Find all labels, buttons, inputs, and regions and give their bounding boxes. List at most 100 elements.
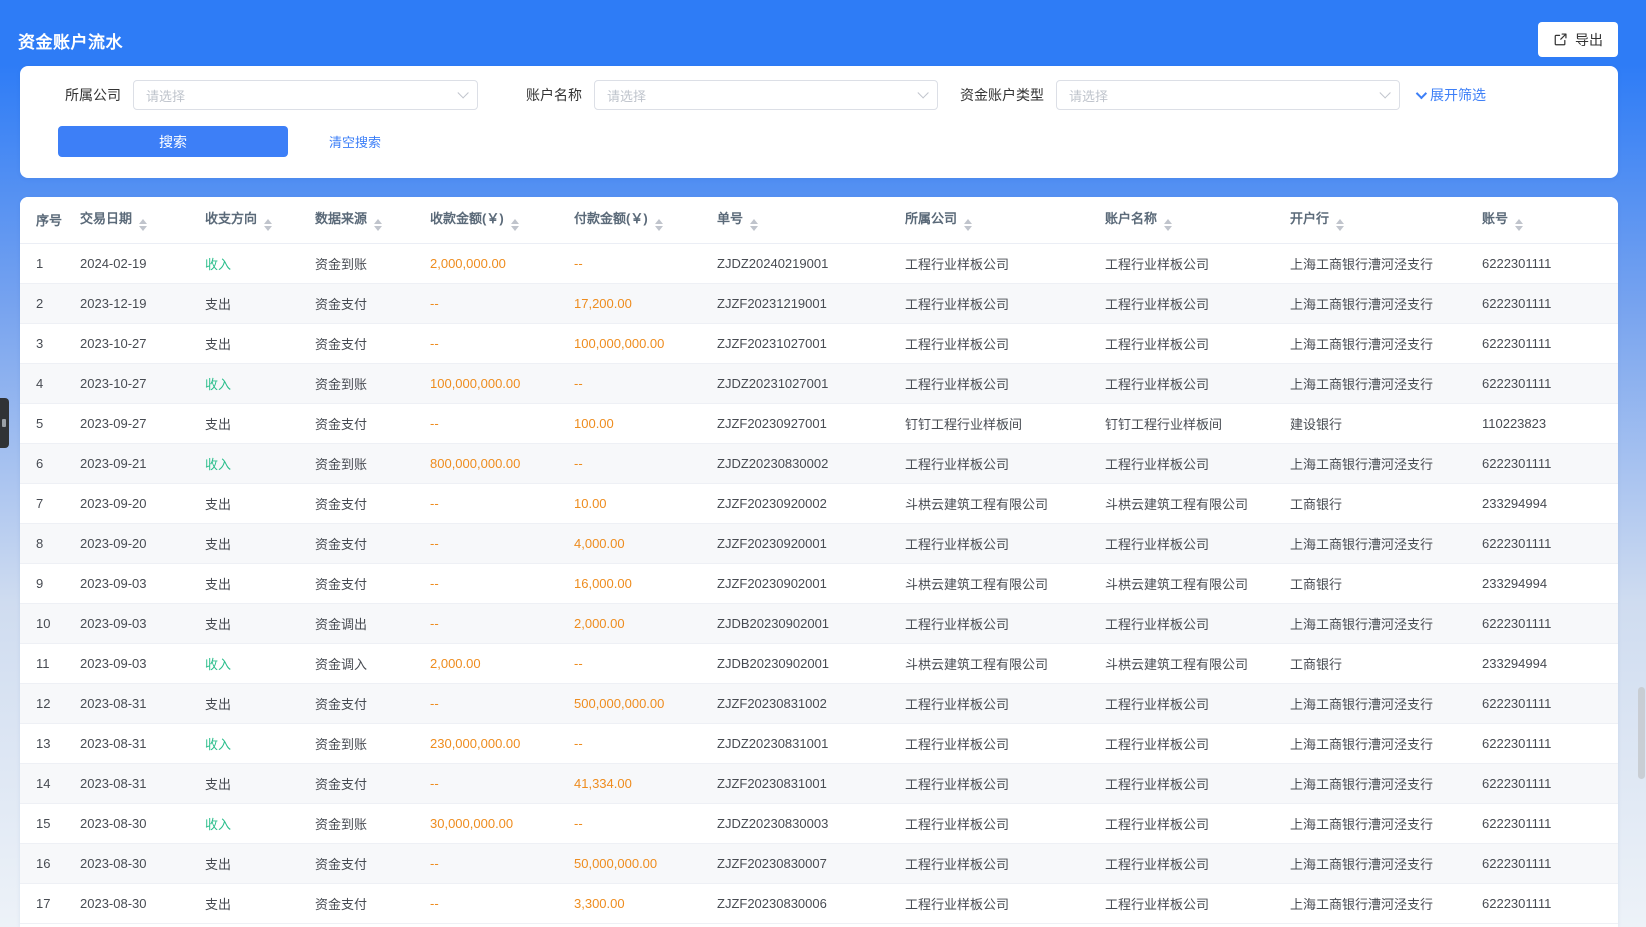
cell-account_name: 工程行业样板公司 <box>1105 443 1290 483</box>
cell-direction: 支出 <box>205 603 315 643</box>
cell-order_no: ZJDB20230902001 <box>717 603 905 643</box>
cell-receive: -- <box>430 883 574 923</box>
cell-direction: 支出 <box>205 523 315 563</box>
column-header-bank[interactable]: 开户行 <box>1290 197 1482 243</box>
sort-icon[interactable] <box>1515 219 1523 231</box>
sort-icon[interactable] <box>750 219 758 231</box>
column-header-direction[interactable]: 收支方向 <box>205 197 315 243</box>
transactions-table: 序号 交易日期收支方向数据来源收款金额(￥)付款金额(￥)单号所属公司账户名称开户… <box>20 197 1618 924</box>
cell-date: 2023-08-30 <box>80 843 205 883</box>
sort-icon[interactable] <box>374 219 382 231</box>
column-header-order_no[interactable]: 单号 <box>717 197 905 243</box>
cell-pay: -- <box>574 363 717 403</box>
cell-pay: 4,000.00 <box>574 523 717 563</box>
cell-account_no: 6222301111 <box>1482 603 1618 643</box>
cell-order_no: ZJZF20231027001 <box>717 323 905 363</box>
cell-pay: -- <box>574 443 717 483</box>
cell-pay: 10.00 <box>574 483 717 523</box>
expand-filters-link[interactable]: 展开筛选 <box>1416 85 1486 105</box>
cell-no: 2 <box>20 283 80 323</box>
sort-icon[interactable] <box>964 219 972 231</box>
column-header-date[interactable]: 交易日期 <box>80 197 205 243</box>
cell-pay: -- <box>574 803 717 843</box>
company-select[interactable]: 请选择 <box>133 80 478 110</box>
cell-direction: 支出 <box>205 683 315 723</box>
cell-direction: 收入 <box>205 803 315 843</box>
cell-order_no: ZJDZ20230831001 <box>717 723 905 763</box>
chevron-down-icon <box>457 87 468 98</box>
sort-icon[interactable] <box>264 219 272 231</box>
cell-source: 资金调入 <box>315 643 430 683</box>
cell-no: 6 <box>20 443 80 483</box>
cell-direction: 支出 <box>205 283 315 323</box>
cell-date: 2023-09-27 <box>80 403 205 443</box>
cell-bank: 上海工商银行漕河泾支行 <box>1290 883 1482 923</box>
cell-source: 资金到账 <box>315 723 430 763</box>
sort-icon[interactable] <box>1164 219 1172 231</box>
cell-company: 工程行业样板公司 <box>905 683 1105 723</box>
account-type-select[interactable]: 请选择 <box>1056 80 1400 110</box>
cell-source: 资金支付 <box>315 523 430 563</box>
table-row: 102023-09-03支出资金调出--2,000.00ZJDB20230902… <box>20 603 1618 643</box>
cell-order_no: ZJZF20230830007 <box>717 843 905 883</box>
cell-date: 2023-09-20 <box>80 523 205 563</box>
column-header-account_name[interactable]: 账户名称 <box>1105 197 1290 243</box>
side-drawer-handle[interactable] <box>0 398 9 448</box>
cell-pay: -- <box>574 643 717 683</box>
column-header-label: 序号 <box>36 213 62 228</box>
sort-icon[interactable] <box>511 219 519 231</box>
cell-account_name: 工程行业样板公司 <box>1105 763 1290 803</box>
cell-source: 资金到账 <box>315 363 430 403</box>
cell-direction: 收入 <box>205 243 315 283</box>
sort-icon[interactable] <box>1336 219 1344 231</box>
account-name-select[interactable]: 请选择 <box>594 80 938 110</box>
column-header-pay[interactable]: 付款金额(￥) <box>574 197 717 243</box>
cell-receive: -- <box>430 403 574 443</box>
page-header: 资金账户流水 导出 <box>0 0 1646 62</box>
cell-no: 11 <box>20 643 80 683</box>
cell-account_no: 6222301111 <box>1482 803 1618 843</box>
table-row: 122023-08-31支出资金支付--500,000,000.00ZJZF20… <box>20 683 1618 723</box>
search-button[interactable]: 搜索 <box>58 126 288 157</box>
export-icon <box>1553 32 1568 47</box>
cell-date: 2023-12-19 <box>80 283 205 323</box>
table-row: 82023-09-20支出资金支付--4,000.00ZJZF202309200… <box>20 523 1618 563</box>
cell-account_no: 233294994 <box>1482 563 1618 603</box>
cell-pay: 41,334.00 <box>574 763 717 803</box>
cell-account_name: 工程行业样板公司 <box>1105 843 1290 883</box>
cell-receive: 30,000,000.00 <box>430 803 574 843</box>
column-header-company[interactable]: 所属公司 <box>905 197 1105 243</box>
cell-company: 工程行业样板公司 <box>905 363 1105 403</box>
export-button[interactable]: 导出 <box>1538 22 1618 57</box>
cell-bank: 上海工商银行漕河泾支行 <box>1290 683 1482 723</box>
cell-pay: 500,000,000.00 <box>574 683 717 723</box>
cell-bank: 上海工商银行漕河泾支行 <box>1290 443 1482 483</box>
cell-bank: 工商银行 <box>1290 563 1482 603</box>
cell-order_no: ZJZF20230902001 <box>717 563 905 603</box>
column-header-account_no[interactable]: 账号 <box>1482 197 1618 243</box>
column-header-receive[interactable]: 收款金额(￥) <box>430 197 574 243</box>
clear-search-link[interactable]: 清空搜索 <box>329 132 381 151</box>
cell-date: 2023-10-27 <box>80 323 205 363</box>
filter-label-company: 所属公司 <box>20 85 121 105</box>
cell-receive: -- <box>430 323 574 363</box>
cell-account_name: 工程行业样板公司 <box>1105 523 1290 563</box>
cell-bank: 上海工商银行漕河泾支行 <box>1290 243 1482 283</box>
cell-source: 资金到账 <box>315 243 430 283</box>
sort-icon[interactable] <box>139 219 147 231</box>
sort-icon[interactable] <box>655 219 663 231</box>
cell-company: 钉钉工程行业样板间 <box>905 403 1105 443</box>
vertical-scrollbar-thumb[interactable] <box>1638 687 1645 779</box>
cell-account_no: 6222301111 <box>1482 243 1618 283</box>
cell-pay: 100,000,000.00 <box>574 323 717 363</box>
column-header-source[interactable]: 数据来源 <box>315 197 430 243</box>
column-header-label: 开户行 <box>1290 211 1329 226</box>
cell-account_no: 6222301111 <box>1482 883 1618 923</box>
column-header-no: 序号 <box>20 197 80 243</box>
cell-direction: 收入 <box>205 723 315 763</box>
cell-order_no: ZJDZ20240219001 <box>717 243 905 283</box>
cell-account_name: 工程行业样板公司 <box>1105 683 1290 723</box>
cell-company: 工程行业样板公司 <box>905 723 1105 763</box>
table-row: 72023-09-20支出资金支付--10.00ZJZF20230920002斗… <box>20 483 1618 523</box>
cell-source: 资金支付 <box>315 403 430 443</box>
